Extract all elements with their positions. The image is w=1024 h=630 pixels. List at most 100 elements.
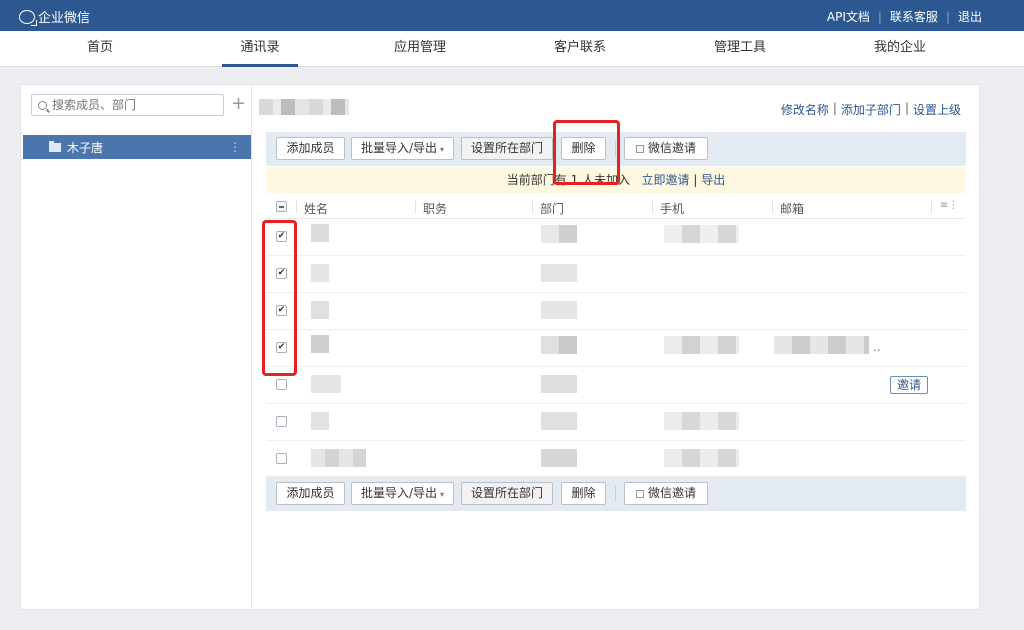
qr-code-icon bbox=[635, 490, 644, 498]
phone-redacted bbox=[664, 412, 739, 430]
wechat-invite-button[interactable]: 微信邀请 bbox=[624, 482, 708, 505]
dept-redacted bbox=[541, 336, 577, 354]
name-redacted bbox=[311, 335, 329, 353]
api-docs-link[interactable]: API文档 bbox=[827, 8, 870, 25]
phone-redacted bbox=[664, 449, 739, 467]
row-checkbox[interactable]: ✔ bbox=[276, 231, 287, 242]
chevron-down-icon: ▾ bbox=[440, 145, 445, 154]
import-export-label: 批量导入/导出 bbox=[360, 486, 438, 500]
import-export-button[interactable]: 批量导入/导出 ▾ bbox=[351, 137, 454, 160]
phone-redacted bbox=[664, 225, 739, 243]
tab-apps[interactable]: 应用管理 bbox=[385, 31, 455, 67]
divider bbox=[296, 200, 297, 214]
separator: | bbox=[693, 173, 698, 187]
col-email[interactable]: 邮箱 bbox=[780, 200, 804, 217]
email-overflow: .. bbox=[873, 340, 881, 354]
wechat-invite-button[interactable]: 微信邀请 bbox=[624, 137, 708, 160]
main-nav: 首页 通讯录 应用管理 客户联系 管理工具 我的企业 bbox=[0, 31, 1024, 67]
app-name: 企业微信 bbox=[38, 11, 91, 26]
wecom-logo-icon bbox=[19, 9, 35, 24]
add-member-button[interactable]: 添加成员 bbox=[276, 482, 345, 505]
col-phone[interactable]: 手机 bbox=[660, 200, 684, 217]
rename-link[interactable]: 修改名称 bbox=[781, 101, 829, 118]
contact-support-link[interactable]: 联系客服 bbox=[890, 8, 938, 25]
add-subdept-link[interactable]: 添加子部门 bbox=[841, 101, 901, 118]
toolbar-top: 添加成员 批量导入/导出 ▾ 设置所在部门 删除 微信邀请 bbox=[266, 132, 966, 166]
col-title[interactable]: 职务 bbox=[423, 200, 447, 217]
app-logo[interactable]: 企业微信 bbox=[19, 7, 90, 26]
name-redacted bbox=[311, 375, 341, 393]
table-row[interactable]: ✔ bbox=[266, 256, 966, 293]
delete-button[interactable]: 删除 bbox=[561, 137, 606, 160]
table-row[interactable]: ✔ bbox=[266, 293, 966, 330]
folder-icon bbox=[49, 140, 61, 152]
qr-code-icon bbox=[635, 145, 644, 153]
set-parent-link[interactable]: 设置上级 bbox=[913, 101, 961, 118]
dept-redacted bbox=[541, 264, 577, 282]
row-checkbox[interactable] bbox=[276, 379, 287, 390]
tab-contacts[interactable]: 通讯录 bbox=[222, 31, 298, 67]
table-row[interactable]: ✔ .. bbox=[266, 330, 966, 367]
logout-link[interactable]: 退出 bbox=[958, 8, 982, 25]
tab-customer[interactable]: 客户联系 bbox=[545, 31, 615, 67]
import-export-label: 批量导入/导出 bbox=[360, 141, 438, 155]
col-name[interactable]: 姓名 bbox=[304, 200, 328, 217]
invite-button[interactable]: 邀请 bbox=[889, 376, 928, 394]
set-dept-button[interactable]: 设置所在部门 bbox=[461, 137, 553, 160]
divider bbox=[615, 141, 616, 157]
add-dept-icon[interactable]: + bbox=[231, 93, 246, 114]
tab-my-company[interactable]: 我的企业 bbox=[865, 31, 935, 67]
tab-home[interactable]: 首页 bbox=[70, 31, 130, 67]
separator: | bbox=[832, 101, 837, 115]
member-table-header: 姓名 职务 部门 手机 邮箱 ≡⋮ bbox=[266, 195, 966, 219]
separator: | bbox=[904, 101, 909, 115]
row-checkbox[interactable]: ✔ bbox=[276, 342, 287, 353]
add-member-button[interactable]: 添加成员 bbox=[276, 137, 345, 160]
table-row[interactable] bbox=[266, 404, 966, 441]
dept-name: 木子唐 bbox=[67, 140, 104, 155]
contacts-panel: + 木子唐 ⋮ 修改名称 | 添加子部门 | 设置上级 添加成员 批量导入/导出… bbox=[20, 84, 980, 610]
dept-redacted bbox=[541, 412, 577, 430]
tab-tools[interactable]: 管理工具 bbox=[705, 31, 775, 67]
name-redacted bbox=[311, 264, 329, 282]
table-row[interactable]: ✔ bbox=[266, 219, 966, 256]
toolbar-bottom: 添加成员 批量导入/导出 ▾ 设置所在部门 删除 微信邀请 bbox=[266, 477, 966, 511]
wechat-invite-label: 微信邀请 bbox=[647, 486, 696, 500]
separator: | bbox=[945, 9, 950, 24]
phone-redacted bbox=[664, 336, 739, 354]
export-link[interactable]: 导出 bbox=[701, 173, 725, 187]
select-all-checkbox[interactable] bbox=[276, 201, 287, 212]
row-checkbox[interactable]: ✔ bbox=[276, 305, 287, 316]
row-checkbox[interactable]: ✔ bbox=[276, 268, 287, 279]
email-redacted bbox=[774, 336, 869, 354]
search-box[interactable] bbox=[31, 94, 224, 116]
chevron-down-icon: ▾ bbox=[440, 490, 445, 499]
top-links: API文档 | 联系客服 | 退出 bbox=[827, 8, 982, 25]
name-redacted bbox=[311, 449, 366, 467]
table-row[interactable] bbox=[266, 441, 966, 477]
table-row[interactable]: 邀请 bbox=[266, 367, 966, 404]
unjoined-notice: 当前部门有 1 人未加入 立即邀请 | 导出 bbox=[266, 167, 966, 193]
wechat-invite-label: 微信邀请 bbox=[647, 141, 696, 155]
separator: | bbox=[877, 9, 882, 24]
column-settings-icon[interactable]: ≡⋮ bbox=[940, 200, 958, 211]
row-checkbox[interactable] bbox=[276, 453, 287, 464]
notice-prefix: 当前部门 bbox=[506, 173, 555, 187]
col-dept[interactable]: 部门 bbox=[540, 200, 564, 217]
dept-tree-item[interactable]: 木子唐 ⋮ bbox=[23, 135, 251, 159]
search-input[interactable] bbox=[52, 98, 202, 112]
notice-count: 有 1 人未加入 bbox=[554, 173, 631, 187]
dept-redacted bbox=[541, 301, 577, 319]
search-icon bbox=[38, 100, 47, 110]
dept-redacted bbox=[541, 225, 577, 243]
invite-now-link[interactable]: 立即邀请 bbox=[642, 173, 690, 187]
set-dept-button[interactable]: 设置所在部门 bbox=[461, 482, 553, 505]
name-redacted bbox=[311, 224, 329, 242]
divider bbox=[615, 486, 616, 502]
delete-button[interactable]: 删除 bbox=[561, 482, 606, 505]
dept-sidebar: + 木子唐 ⋮ bbox=[21, 85, 252, 609]
more-options-icon[interactable]: ⋮ bbox=[229, 140, 241, 154]
row-checkbox[interactable] bbox=[276, 416, 287, 427]
dept-redacted bbox=[541, 375, 577, 393]
import-export-button[interactable]: 批量导入/导出 ▾ bbox=[351, 482, 454, 505]
